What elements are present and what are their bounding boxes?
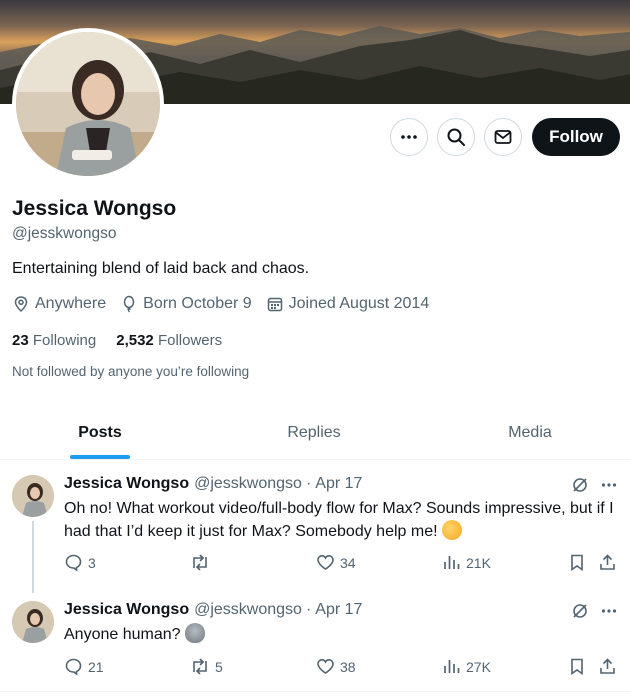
profile-meta: Anywhere Born October 9 Joined August 20… [12,295,443,313]
search-icon [447,128,465,146]
avatar-photo [12,475,54,517]
views-button[interactable]: 27K [442,657,491,676]
post-author-name[interactable]: Jessica Wongso [64,475,189,493]
post-separator: · [305,601,312,618]
like-count: 38 [340,658,356,675]
grok-icon[interactable] [570,475,590,495]
reply-icon [65,554,82,572]
post-date[interactable]: Apr 17 [315,475,362,493]
post-actions: 21 5 38 27K [64,657,620,681]
not-followed-notice: Not followed by anyone you’re following [12,364,250,379]
birthday-text: Born October 9 [143,295,252,312]
follow-button[interactable]: Follow [532,118,620,156]
post-author-name[interactable]: Jessica Wongso [64,601,189,619]
tab-replies-label: Replies [287,423,341,441]
reply-icon [65,658,82,676]
heart-icon [317,658,334,674]
post-divider [0,691,630,692]
post-item[interactable]: Jessica Wongso @jesskwongso · Apr 17 Any… [0,591,630,698]
bookmark-icon [571,658,583,676]
view-count: 21K [466,554,491,571]
post-author-handle[interactable]: @jesskwongso [194,601,302,619]
joined-item: Joined August 2014 [266,295,430,313]
bar-chart-icon [444,660,460,673]
bookmark-button[interactable] [568,657,591,676]
tab-media[interactable]: Media [430,405,630,460]
share-button[interactable] [598,553,622,572]
balloon-icon [123,295,135,313]
search-profile-button[interactable] [437,118,475,156]
reply-button[interactable]: 3 [64,553,96,572]
post-separator: · [305,475,312,492]
more-dots-icon[interactable] [598,475,620,495]
repost-icon [193,658,207,675]
repost-button[interactable]: 5 [190,657,223,676]
post-header: Jessica Wongso @jesskwongso · Apr 17 [64,475,362,493]
post-author-avatar[interactable] [12,601,54,643]
profile-handle: @jesskwongso [12,225,117,242]
location-pin-icon [14,296,28,313]
more-options-button[interactable] [390,118,428,156]
reply-button[interactable]: 21 [64,657,104,676]
share-icon [600,658,615,674]
avatar-photo [16,32,160,176]
followers-label: Followers [157,332,223,349]
repost-count: 5 [215,658,223,675]
bar-chart-icon [444,556,460,569]
tab-media-label: Media [508,423,552,441]
view-count: 27K [466,658,491,675]
repost-button[interactable] [190,553,215,572]
heart-icon [317,554,334,570]
following-count: 23 [12,332,29,349]
post-author-avatar[interactable] [12,475,54,517]
bookmark-icon [571,554,583,572]
following-link[interactable]: 23 Following [12,332,96,349]
following-label: Following [32,332,97,349]
post-text-content: Oh no! What workout video/full-body flow… [64,500,614,540]
views-button[interactable]: 21K [442,553,491,572]
location-item: Anywhere [12,295,106,313]
alien-emoji [184,623,205,643]
grok-icon[interactable] [570,601,590,621]
message-button[interactable] [484,118,522,156]
reply-count: 3 [88,554,96,571]
profile-name: Jessica Wongso [12,197,177,220]
profile-avatar[interactable] [12,28,164,180]
more-dots-icon[interactable] [598,601,620,621]
bookmark-button[interactable] [568,553,591,572]
profile-bio: Entertaining blend of laid back and chao… [12,260,310,277]
post-author-handle[interactable]: @jesskwongso [194,475,302,493]
like-count: 34 [340,554,356,571]
repost-icon [193,554,207,571]
like-button[interactable]: 34 [316,553,356,572]
post-actions: 3 34 21K [64,553,620,577]
birthday-item: Born October 9 [120,295,252,313]
calendar-icon [267,297,282,312]
thread-connector [32,521,34,593]
tab-replies[interactable]: Replies [214,405,414,460]
post-date[interactable]: Apr 17 [315,601,362,619]
tab-posts-label: Posts [78,423,122,441]
reply-count: 21 [88,658,104,675]
followers-count: 2,532 [116,332,154,349]
avatar-photo [12,601,54,643]
more-dots-icon [401,135,417,139]
profile-tabs: Posts Replies Media [0,405,630,460]
post-item[interactable]: Jessica Wongso @jesskwongso · Apr 17 Oh … [0,461,630,593]
share-button[interactable] [598,657,622,676]
post-text-content: Anyone human? [64,626,181,643]
active-tab-indicator [70,455,130,459]
followers-link[interactable]: 2,532 Followers [116,332,222,349]
post-text: Oh no! What workout video/full-body flow… [64,497,620,543]
like-button[interactable]: 38 [316,657,356,676]
follow-stats: 23 Following 2,532 Followers [12,332,242,349]
tab-posts[interactable]: Posts [0,405,200,460]
share-icon [600,554,615,570]
joined-text: Joined August 2014 [288,295,430,312]
post-text: Anyone human? [64,623,620,646]
shushing-face-emoji [441,520,462,540]
envelope-icon [494,130,512,144]
post-header: Jessica Wongso @jesskwongso · Apr 17 [64,601,362,619]
location-text: Anywhere [35,295,107,312]
